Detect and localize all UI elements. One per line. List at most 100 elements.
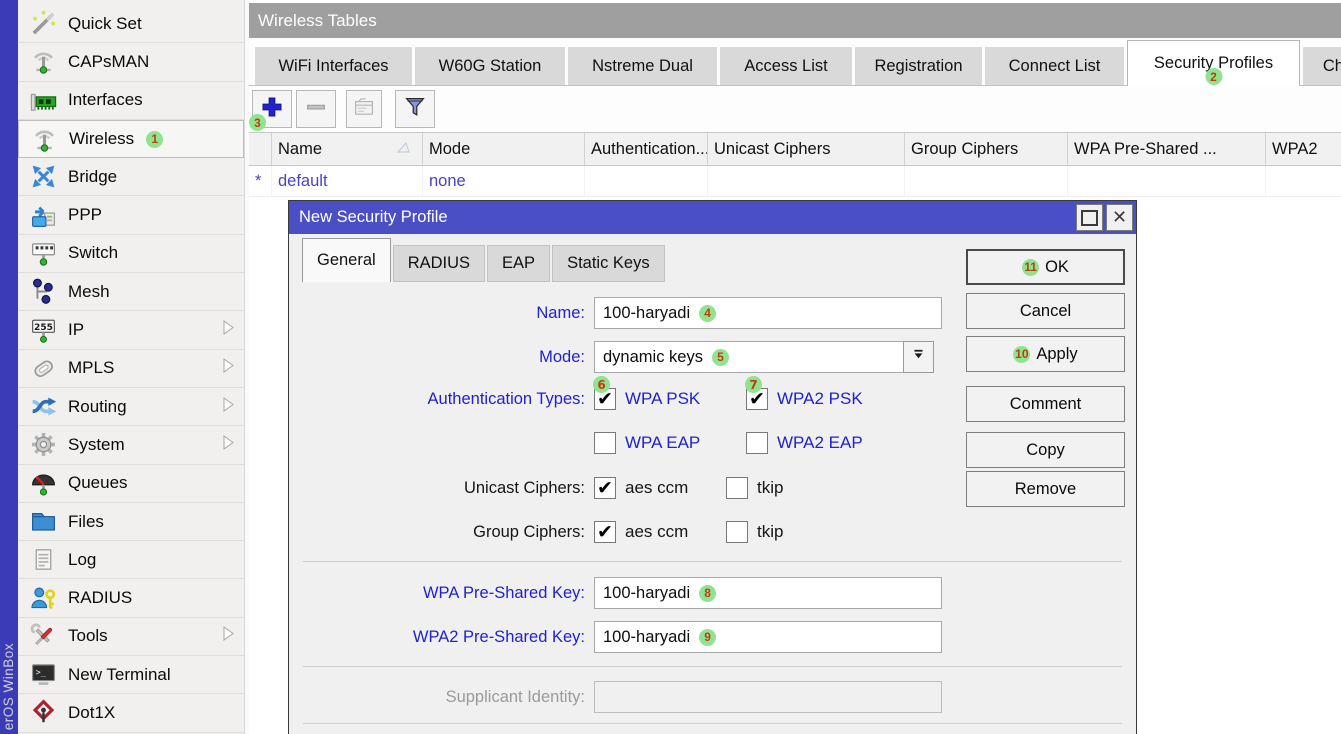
name-input[interactable]: 100-haryadi 4	[594, 297, 942, 329]
dialog-tab-radius[interactable]: RADIUS	[393, 245, 485, 282]
tab-nstreme-dual[interactable]: Nstreme Dual	[568, 47, 717, 85]
mode-dropdown-button[interactable]	[903, 341, 934, 373]
copy-button[interactable]: Copy	[966, 432, 1125, 468]
sidebar-item-label: Files	[68, 512, 104, 532]
mode-value: dynamic keys	[603, 348, 703, 367]
sidebar-item-bridge[interactable]: Bridge	[18, 158, 244, 196]
add-button[interactable]: 3	[252, 90, 292, 128]
sidebar-item-label: Tools	[68, 626, 108, 646]
sidebar-item-ppp[interactable]: PPP	[18, 196, 244, 234]
wpa2-eap-checkbox[interactable]	[746, 432, 768, 454]
remove-button[interactable]: Remove	[966, 471, 1125, 507]
dialog-titlebar[interactable]: New Security Profile ✕	[289, 201, 1136, 234]
sidebar-item-label: Quick Set	[68, 14, 142, 34]
sidebar-item-label: Log	[68, 550, 96, 570]
wpa-eap-label: WPA EAP	[625, 433, 700, 453]
table-row[interactable]: * default none	[249, 166, 1341, 197]
close-icon: ✕	[1112, 209, 1127, 227]
mode-select[interactable]: dynamic keys 5	[594, 341, 907, 373]
sidebar-item-new-terminal[interactable]: >_ New Terminal	[18, 656, 244, 694]
sidebar-item-routing[interactable]: Routing	[18, 388, 244, 426]
annotation-badge-4: 4	[699, 305, 716, 322]
gear-icon	[24, 430, 62, 460]
tab-w60g-station[interactable]: W60G Station	[415, 47, 565, 85]
cancel-button[interactable]: Cancel	[966, 293, 1125, 329]
column-authentication[interactable]: Authentication...	[585, 133, 708, 165]
tab-connect-list[interactable]: Connect List	[985, 47, 1124, 85]
dialog-tab-eap[interactable]: EAP	[487, 245, 550, 282]
sidebar-item-label: Interfaces	[68, 90, 143, 110]
dialog-tab-general[interactable]: General	[302, 238, 391, 282]
sidebar-item-queues[interactable]: Queues	[18, 465, 244, 503]
tab-label: Connect List	[1009, 57, 1101, 76]
comment-button[interactable]	[346, 90, 382, 128]
wpa2-key-input[interactable]: 100-haryadi 9	[594, 621, 942, 653]
column-group-ciphers[interactable]: Group Ciphers	[905, 133, 1068, 165]
tab-label: Cha	[1323, 57, 1341, 76]
column-wpa2[interactable]: WPA2	[1266, 133, 1341, 165]
tab-registration[interactable]: Registration	[855, 47, 982, 85]
wpa-psk-checkbox[interactable]: ✔ 6	[594, 388, 616, 410]
comment-button[interactable]: Comment	[966, 386, 1125, 422]
check-mark: ✔	[597, 523, 613, 542]
group-aes-ccm-checkbox[interactable]: ✔	[594, 521, 616, 543]
unicast-aes-ccm-checkbox[interactable]: ✔	[594, 477, 616, 499]
sidebar-item-system[interactable]: System	[18, 426, 244, 464]
sidebar-item-log[interactable]: Log	[18, 541, 244, 579]
left-rail: erOS WinBox	[0, 0, 18, 734]
sidebar-item-dot1x[interactable]: Dot1X	[18, 694, 244, 732]
sidebar-item-files[interactable]: Files	[18, 503, 244, 541]
sidebar-item-tools[interactable]: Tools	[18, 618, 244, 656]
remove-button[interactable]	[296, 90, 336, 128]
column-unicast-ciphers[interactable]: Unicast Ciphers	[708, 133, 905, 165]
column-mode[interactable]: Mode	[423, 133, 585, 165]
dialog-tab-static-keys[interactable]: Static Keys	[552, 245, 665, 282]
submenu-arrow-icon	[223, 626, 234, 646]
sidebar-item-radius[interactable]: RADIUS	[18, 579, 244, 617]
filter-button[interactable]	[395, 90, 435, 128]
close-button[interactable]: ✕	[1106, 204, 1133, 231]
wpa2-eap-label: WPA2 EAP	[777, 433, 863, 453]
window-titlebar[interactable]: Wireless Tables	[249, 3, 1341, 38]
apply-button[interactable]: 10 Apply	[966, 336, 1125, 372]
mode-label: Mode:	[289, 341, 585, 373]
unicast-tkip-checkbox[interactable]	[726, 477, 748, 499]
row-unicast-ciphers	[708, 166, 905, 196]
sidebar-item-label: RADIUS	[68, 588, 132, 608]
group-tkip-checkbox[interactable]	[726, 521, 748, 543]
sidebar-item-switch[interactable]: Switch	[18, 235, 244, 273]
separator	[303, 561, 1122, 562]
wpa-key-input[interactable]: 100-haryadi 8	[594, 577, 942, 609]
ok-button[interactable]: 11 OK	[966, 249, 1125, 285]
tab-channels[interactable]: Cha	[1303, 47, 1341, 85]
network-card-icon	[24, 85, 62, 115]
name-label: Name:	[289, 297, 585, 329]
svg-text:>_: >_	[35, 667, 46, 677]
tab-access-list[interactable]: Access List	[720, 47, 852, 85]
supplicant-identity-input	[594, 681, 942, 713]
column-flag	[249, 133, 272, 165]
wpa2-psk-checkbox[interactable]: ✔ 7	[746, 388, 768, 410]
folder-icon	[24, 507, 62, 537]
tab-security-profiles[interactable]: Security Profiles 2	[1127, 40, 1300, 86]
sidebar-item-capsman[interactable]: CAPsMAN	[18, 43, 244, 81]
sidebar-item-mpls[interactable]: MPLS	[18, 350, 244, 388]
wpa2-psk-label: WPA2 PSK	[777, 389, 863, 409]
group-aes-ccm-label: aes ccm	[625, 522, 688, 542]
sidebar-item-interfaces[interactable]: Interfaces	[18, 82, 244, 120]
tab-wifi-interfaces[interactable]: WiFi Interfaces	[255, 47, 412, 85]
sidebar-item-ip[interactable]: 255 IP	[18, 311, 244, 349]
sidebar-item-label: CAPsMAN	[68, 52, 149, 72]
auth-types-label: Authentication Types:	[289, 387, 585, 411]
row-wpa2	[1266, 166, 1341, 196]
wpa-eap-checkbox[interactable]	[594, 432, 616, 454]
sidebar-item-label: Routing	[68, 397, 127, 417]
column-wpa-pre-shared[interactable]: WPA Pre-Shared ...	[1068, 133, 1266, 165]
sidebar-item-wireless[interactable]: Wireless 1	[18, 120, 244, 158]
wpa-psk-label: WPA PSK	[625, 389, 700, 409]
column-name[interactable]: Name	[272, 133, 423, 165]
maximize-button[interactable]	[1076, 204, 1103, 231]
unicast-tkip-label: tkip	[757, 478, 783, 498]
sidebar-item-quick-set[interactable]: Quick Set	[18, 5, 244, 43]
sidebar-item-mesh[interactable]: Mesh	[18, 273, 244, 311]
